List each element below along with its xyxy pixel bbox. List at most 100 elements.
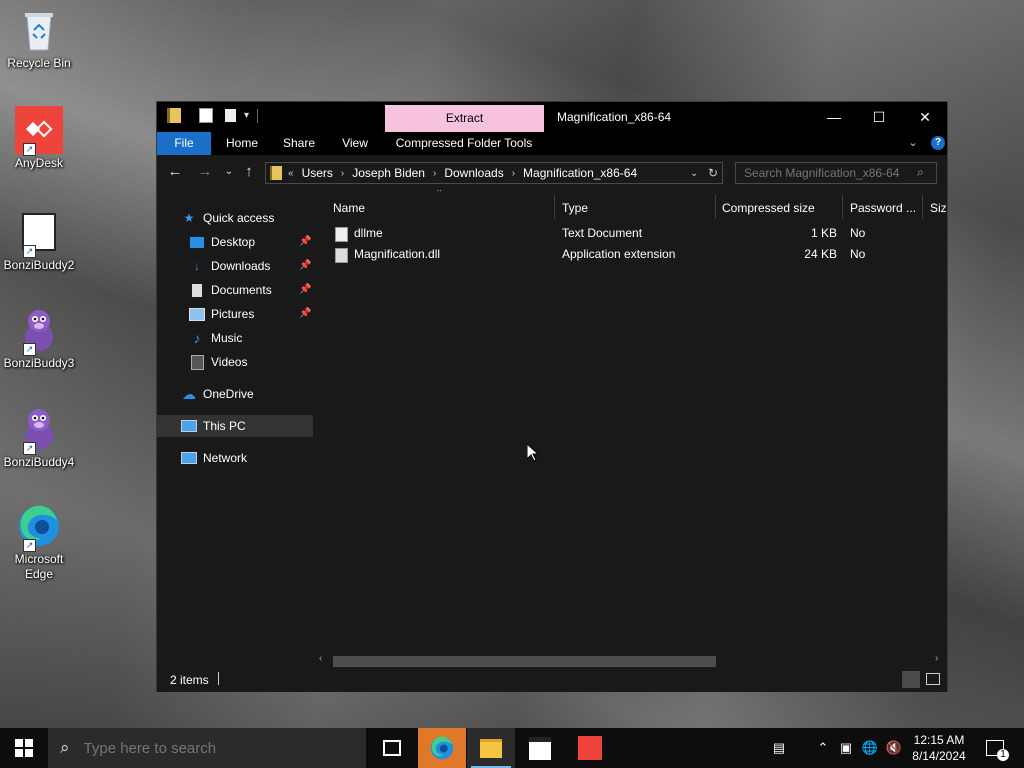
nav-documents[interactable]: Documents 📌 xyxy=(189,279,315,301)
clock-date: 8/14/2024 xyxy=(912,749,966,763)
help-icon[interactable]: ? xyxy=(931,136,945,150)
meet-now-icon[interactable]: ▣ xyxy=(836,728,856,768)
file-row[interactable]: Magnification.dll Application extension … xyxy=(315,244,947,265)
customize-toolbar-icon[interactable]: ▾ xyxy=(244,110,249,121)
tab-share[interactable]: Share xyxy=(274,132,324,155)
nav-videos[interactable]: Videos xyxy=(189,351,247,373)
breadcrumb-overflow[interactable]: « xyxy=(288,168,294,179)
download-arrow-icon: ↓ xyxy=(194,259,200,273)
window-title: Magnification_x86-64 xyxy=(557,110,672,124)
column-divider[interactable] xyxy=(554,195,555,219)
nav-this-pc[interactable]: This PC xyxy=(181,415,246,437)
close-button[interactable]: ✕ xyxy=(902,102,948,132)
zip-folder-icon xyxy=(167,108,181,123)
desktop-icon-microsoft-edge[interactable]: ↗ Microsoft Edge xyxy=(2,502,76,582)
nav-music[interactable]: ♪ Music xyxy=(189,327,243,349)
nav-network[interactable]: Network xyxy=(181,447,247,469)
tab-view[interactable]: View xyxy=(332,132,378,155)
nav-label: OneDrive xyxy=(203,387,254,401)
nav-pictures[interactable]: Pictures 📌 xyxy=(189,303,315,325)
show-hidden-icons-chevron[interactable]: ⌃ xyxy=(814,728,832,768)
news-widget-icon[interactable]: ▤ xyxy=(762,728,796,768)
file-compressed-size: 1 KB xyxy=(810,226,837,240)
desktop-icon-anydesk[interactable]: ↗ AnyDesk xyxy=(2,106,76,171)
desktop-icon-bonzibuddy2[interactable]: ↗ BonziBuddy2 xyxy=(2,208,76,273)
column-divider[interactable] xyxy=(922,195,923,219)
recent-locations-icon[interactable]: ⌄ xyxy=(219,166,239,177)
nav-downloads[interactable]: ↓ Downloads 📌 xyxy=(189,255,315,277)
file-row[interactable]: dllme Text Document 1 KB No xyxy=(315,223,947,244)
details-view-icon[interactable] xyxy=(902,671,920,688)
maximize-button[interactable]: ☐ xyxy=(856,102,902,132)
nav-onedrive[interactable]: ☁ OneDrive xyxy=(181,383,254,405)
start-button[interactable] xyxy=(0,728,48,768)
tab-home[interactable]: Home xyxy=(217,132,267,155)
breadcrumb-users[interactable]: Users xyxy=(302,166,333,180)
refresh-icon[interactable]: ↻ xyxy=(708,166,718,180)
system-clock[interactable]: 12:15 AM 8/14/2024 xyxy=(902,732,976,764)
scrollbar-thumb[interactable] xyxy=(333,656,716,667)
column-header-compressed-size[interactable]: Compressed size xyxy=(722,195,837,221)
tab-file[interactable]: File xyxy=(157,132,211,155)
taskbar-video-editor[interactable] xyxy=(516,728,564,768)
column-divider[interactable] xyxy=(715,195,716,219)
column-header-name[interactable]: Name xyxy=(333,195,553,221)
pictures-icon xyxy=(189,307,205,321)
scroll-left-icon[interactable]: ‹ xyxy=(319,653,322,664)
up-arrow-icon[interactable]: ↑ xyxy=(239,163,259,180)
desktop-icon-bonzibuddy4[interactable]: ↗ BonziBuddy4 xyxy=(2,405,76,470)
edge-icon: ↗ xyxy=(15,502,63,552)
column-header-password[interactable]: Password ... xyxy=(850,195,920,221)
desktop-icon-bonzibuddy3[interactable]: ↗ BonziBuddy3 xyxy=(2,306,76,371)
extract-context-tab[interactable]: Extract xyxy=(385,105,544,132)
nav-quick-access[interactable]: ★ Quick access xyxy=(181,207,275,229)
expand-ribbon-icon[interactable]: ⌄ xyxy=(903,132,923,155)
pin-icon: 📌 xyxy=(299,236,312,247)
video-icon xyxy=(189,354,205,370)
notification-count: 1 xyxy=(997,749,1009,761)
network-icon xyxy=(181,451,197,465)
scroll-right-icon[interactable]: › xyxy=(935,653,938,664)
volume-muted-icon[interactable]: 🔇 xyxy=(884,728,904,768)
breadcrumb-joseph-biden[interactable]: Joseph Biden xyxy=(352,166,425,180)
nav-desktop[interactable]: Desktop 📌 xyxy=(189,231,315,253)
breadcrumb-current-folder[interactable]: Magnification_x86-64 xyxy=(523,166,637,180)
column-divider[interactable] xyxy=(842,195,843,219)
minimize-button[interactable]: — xyxy=(811,102,857,132)
column-header-type[interactable]: Type xyxy=(562,195,712,221)
file-name: Magnification.dll xyxy=(354,247,441,261)
back-arrow-icon[interactable]: ← xyxy=(165,163,185,180)
taskbar-search-input[interactable] xyxy=(81,738,336,758)
language-icon[interactable]: 🌐 xyxy=(860,728,880,768)
chevron-right-icon[interactable]: › xyxy=(433,168,436,179)
taskbar-search-box[interactable]: ⌕ xyxy=(48,728,366,768)
task-view-button[interactable] xyxy=(368,728,416,768)
horizontal-scrollbar[interactable]: ‹ › xyxy=(315,653,947,667)
file-list: ⌃ Name Type Compressed size Password ...… xyxy=(315,190,947,667)
nav-label: This PC xyxy=(203,419,246,433)
properties-icon[interactable] xyxy=(199,108,213,123)
chevron-right-icon[interactable]: › xyxy=(512,168,515,179)
file-password: No xyxy=(850,226,866,240)
address-bar[interactable]: « Users › Joseph Biden › Downloads › Mag… xyxy=(265,162,723,184)
address-dropdown-icon[interactable]: ⌄ xyxy=(690,168,698,179)
bonzibuddy-icon: ↗ xyxy=(15,306,63,356)
desktop-icon-recycle-bin[interactable]: Recycle Bin xyxy=(2,6,76,71)
notification-center-button[interactable]: 1 xyxy=(980,728,1010,768)
nav-label: Documents xyxy=(211,283,272,297)
nav-label: Music xyxy=(211,331,243,345)
desktop-icon-label: BonziBuddy4 xyxy=(3,455,75,469)
search-icon[interactable]: ⌕ xyxy=(917,165,924,180)
large-icons-view-icon[interactable] xyxy=(926,673,940,685)
taskbar-edge[interactable] xyxy=(418,728,466,768)
breadcrumb-downloads[interactable]: Downloads xyxy=(444,166,503,180)
tab-compressed-folder-tools[interactable]: Compressed Folder Tools xyxy=(389,132,539,155)
search-input[interactable] xyxy=(735,162,937,184)
new-folder-icon[interactable] xyxy=(225,109,236,122)
forward-arrow-icon[interactable]: → xyxy=(195,163,215,180)
file-explorer-window: ▾ Extract Magnification_x86-64 — ☐ ✕ Fil… xyxy=(156,101,948,692)
chevron-right-icon[interactable]: › xyxy=(341,168,344,179)
taskbar-anydesk[interactable] xyxy=(566,728,614,768)
taskbar-file-explorer[interactable] xyxy=(467,728,515,768)
column-header-size[interactable]: Size xyxy=(930,195,947,221)
